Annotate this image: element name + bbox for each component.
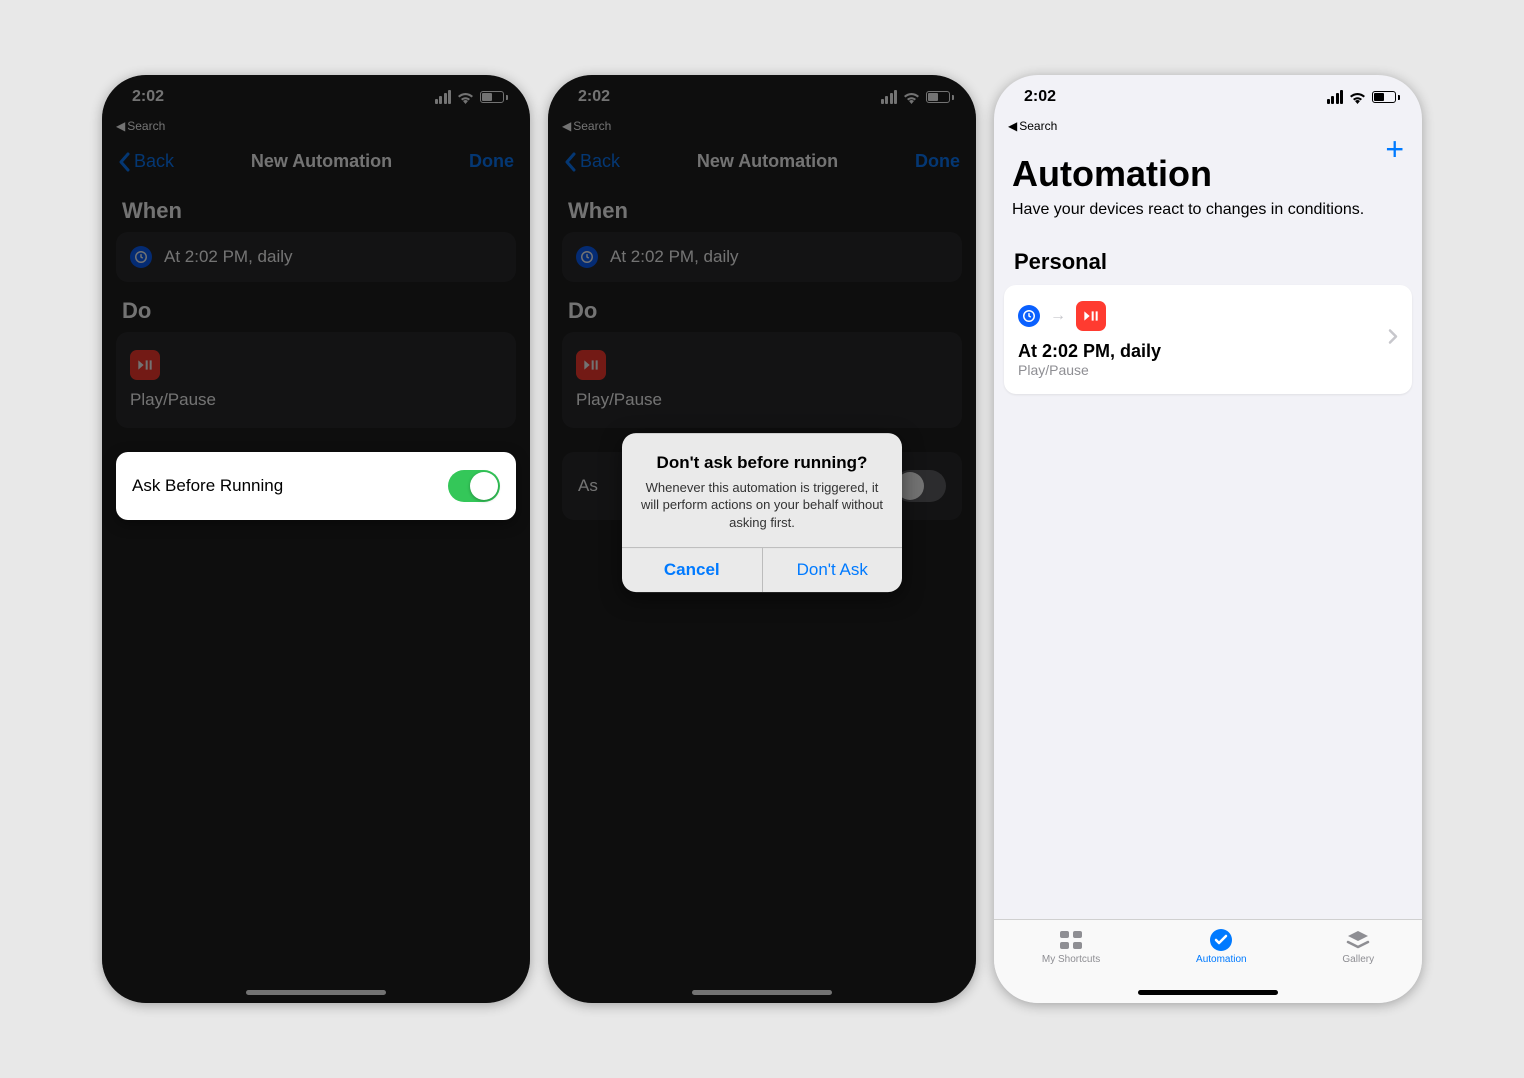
do-header: Do: [548, 282, 976, 332]
when-row[interactable]: At 2:02 PM, daily: [562, 232, 962, 282]
chevron-left-icon: ◀: [1008, 119, 1017, 133]
status-time: 2:02: [578, 88, 610, 106]
do-action-label: Play/Pause: [576, 390, 662, 410]
status-indicators: [435, 90, 509, 104]
ask-label: Ask Before Running: [132, 476, 283, 496]
back-button[interactable]: Back: [564, 151, 620, 172]
alert-confirm-button[interactable]: Don't Ask: [762, 548, 903, 592]
chevron-left-icon: [118, 152, 130, 172]
cellular-icon: [435, 90, 452, 104]
battery-icon: [1372, 91, 1400, 103]
arrow-right-icon: →: [1050, 307, 1066, 325]
done-button[interactable]: Done: [915, 151, 960, 172]
battery-icon: [926, 91, 954, 103]
phone-screen-2: 2:02 ◀ Search Back New Automation Done W…: [548, 75, 976, 1003]
clock-icon: [1018, 305, 1040, 327]
do-header: Do: [102, 282, 530, 332]
section-header-personal: Personal: [1004, 235, 1412, 285]
phone-screen-3: 2:02 ◀ Search + Automation Have your dev…: [994, 75, 1422, 1003]
breadcrumb-back-search[interactable]: ◀ Search: [994, 119, 1422, 137]
chevron-left-icon: ◀: [562, 119, 571, 133]
alert-title: Don't ask before running?: [638, 453, 886, 473]
alert-buttons: Cancel Don't Ask: [622, 547, 902, 592]
page-title: New Automation: [697, 151, 838, 172]
three-phone-layout: 2:02 ◀ Search Back New Automation Done W…: [102, 75, 1422, 1003]
chevron-left-icon: [564, 152, 576, 172]
back-search-label: Search: [127, 119, 165, 133]
phone-screen-1: 2:02 ◀ Search Back New Automation Done W…: [102, 75, 530, 1003]
status-bar: 2:02: [102, 75, 530, 119]
ask-before-running-row[interactable]: Ask Before Running: [116, 452, 516, 520]
alert-cancel-button[interactable]: Cancel: [622, 548, 762, 592]
back-button[interactable]: Back: [118, 151, 174, 172]
clock-icon: [130, 246, 152, 268]
alert-message: Whenever this automation is triggered, i…: [638, 479, 886, 532]
do-action-label: Play/Pause: [130, 390, 216, 410]
page-title: New Automation: [251, 151, 392, 172]
chevron-right-icon: [1388, 329, 1398, 350]
chevron-left-icon: ◀: [116, 119, 125, 133]
back-search-label: Search: [573, 119, 611, 133]
automation-icons: →: [1018, 301, 1398, 331]
status-time: 2:02: [1024, 88, 1056, 106]
when-header: When: [102, 182, 530, 232]
page-subtitle: Have your devices react to changes in co…: [994, 199, 1422, 235]
status-bar: 2:02: [994, 75, 1422, 119]
tab-label: Automation: [1196, 954, 1247, 965]
cellular-icon: [881, 90, 898, 104]
when-header: When: [548, 182, 976, 232]
alert-body: Don't ask before running? Whenever this …: [622, 433, 902, 548]
add-automation-button[interactable]: +: [1385, 131, 1404, 168]
do-row[interactable]: Play/Pause: [116, 332, 516, 428]
automation-card[interactable]: → At 2:02 PM, daily Play/Pause: [1004, 285, 1412, 394]
cellular-icon: [1327, 90, 1344, 104]
page-title: Automation: [994, 137, 1422, 199]
status-time: 2:02: [132, 88, 164, 106]
automation-subtitle: Play/Pause: [1018, 362, 1398, 378]
when-text: At 2:02 PM, daily: [164, 247, 293, 267]
ask-toggle-on[interactable]: [448, 470, 500, 502]
play-pause-icon: [576, 350, 606, 380]
back-search-label: Search: [1019, 119, 1057, 133]
home-indicator[interactable]: [246, 990, 386, 995]
breadcrumb-back-search[interactable]: ◀ Search: [548, 119, 976, 137]
do-row[interactable]: Play/Pause: [562, 332, 962, 428]
done-button[interactable]: Done: [469, 151, 514, 172]
tab-gallery[interactable]: Gallery: [1342, 928, 1374, 965]
clock-check-icon: [1207, 928, 1235, 952]
back-label: Back: [134, 151, 174, 172]
wifi-icon: [1349, 91, 1366, 104]
play-pause-icon: [1076, 301, 1106, 331]
nav-bar: Back New Automation Done: [102, 137, 530, 182]
home-indicator[interactable]: [1138, 990, 1278, 995]
back-label: Back: [580, 151, 620, 172]
tab-label: Gallery: [1342, 954, 1374, 965]
status-bar: 2:02: [548, 75, 976, 119]
battery-icon: [480, 91, 508, 103]
clock-icon: [576, 246, 598, 268]
home-indicator[interactable]: [692, 990, 832, 995]
automation-title: At 2:02 PM, daily: [1018, 341, 1398, 362]
confirm-alert: Don't ask before running? Whenever this …: [622, 433, 902, 593]
personal-section: Personal → At 2:02 PM, daily Play/Pause: [1004, 235, 1412, 394]
nav-bar: Back New Automation Done: [548, 137, 976, 182]
tab-label: My Shortcuts: [1042, 954, 1100, 965]
layers-icon: [1344, 928, 1372, 952]
play-pause-icon: [130, 350, 160, 380]
when-text: At 2:02 PM, daily: [610, 247, 739, 267]
tab-my-shortcuts[interactable]: My Shortcuts: [1042, 928, 1100, 965]
breadcrumb-back-search[interactable]: ◀ Search: [102, 119, 530, 137]
tab-automation[interactable]: Automation: [1196, 928, 1247, 965]
ask-label-dim: As: [578, 476, 598, 496]
when-row[interactable]: At 2:02 PM, daily: [116, 232, 516, 282]
status-indicators: [881, 90, 955, 104]
grid-icon: [1057, 928, 1085, 952]
status-indicators: [1327, 90, 1401, 104]
wifi-icon: [903, 91, 920, 104]
wifi-icon: [457, 91, 474, 104]
